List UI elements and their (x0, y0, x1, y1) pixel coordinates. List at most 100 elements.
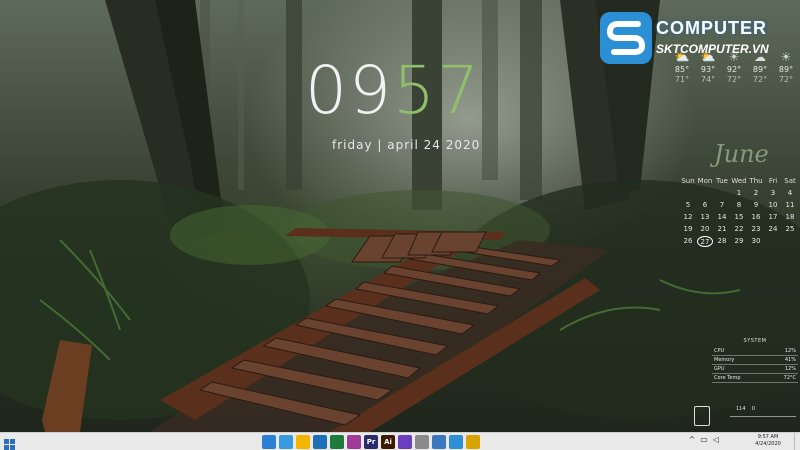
clock-hours: 09 (305, 52, 393, 129)
clock-minutes: 57 (393, 52, 481, 129)
system-row: GPU 12% (712, 365, 798, 374)
system-value: 72°C (783, 375, 796, 381)
taskbar-app-12-icon[interactable] (449, 435, 463, 449)
taskbar-app-6-icon[interactable] (347, 435, 361, 449)
calendar-day: 7 (719, 201, 725, 209)
calendar-day: 26 (683, 237, 693, 245)
taskbar-clock[interactable]: 9:57 AM 4/24/2020 (748, 434, 788, 448)
recycle-bin-icon[interactable] (694, 406, 710, 426)
system-title: SYSTEM (743, 338, 767, 344)
weather-day: ☁ 89° 72° (746, 50, 774, 84)
calendar-day: 13 (700, 213, 710, 221)
network-down: 0 (751, 406, 756, 412)
weather-low: 72° (726, 75, 742, 84)
volume-icon[interactable]: ◁ (712, 435, 720, 444)
network-bar (730, 416, 796, 417)
calendar-day: 10 (768, 201, 778, 209)
weather-low: 72° (752, 75, 768, 84)
weather-high: 93° (700, 65, 716, 74)
taskbar-time: 9:57 AM (757, 434, 779, 440)
sun-cloud-icon: ⛅ (674, 50, 690, 64)
weather-low: 74° (700, 75, 716, 84)
weather-low: 72° (778, 75, 794, 84)
network-icon[interactable]: ▭ (700, 435, 708, 444)
calendar-widget: June Sun Mon Tue Wed Thu Fri Sat 1 2 3 4 5 6 7 8 9 10 11 1… (680, 140, 798, 247)
calendar-day: 24 (768, 225, 778, 233)
windows-logo-icon (4, 439, 15, 450)
system-value: 12% (784, 366, 796, 372)
taskbar-app-8-icon[interactable]: Ai (381, 435, 395, 449)
calendar-weekday: Sun (681, 177, 695, 185)
system-label: GPU (714, 366, 725, 372)
calendar-day: 6 (702, 201, 708, 209)
taskbar-app-4-icon[interactable] (313, 435, 327, 449)
network-up: 114 (736, 406, 746, 412)
system-label: CPU (714, 348, 725, 354)
show-desktop-button[interactable] (794, 433, 800, 450)
system-row: Memory 41% (712, 356, 798, 365)
calendar-day: 30 (751, 237, 761, 245)
sun-icon: ☀ (728, 50, 740, 64)
calendar-weekday: Wed (731, 177, 747, 185)
calendar-today: 27 (697, 236, 713, 247)
system-label: Memory (714, 357, 735, 363)
calendar-weekday: Thu (749, 177, 763, 185)
taskbar: Pr Ai ^ ▭ ◁ 9:57 AM 4/24/2020 (0, 432, 800, 450)
taskbar-app-1-icon[interactable] (262, 435, 276, 449)
taskbar-date: 4/24/2020 (755, 441, 781, 447)
calendar-day: 5 (685, 201, 691, 209)
calendar-day: 25 (785, 225, 795, 233)
weather-day: ☀ 89° 72° (772, 50, 800, 84)
system-tray: ^ ▭ ◁ (688, 435, 720, 444)
calendar-day: 22 (734, 225, 744, 233)
weather-day: ⛅ 93° 74° (694, 50, 722, 84)
taskbar-app-5-icon[interactable] (330, 435, 344, 449)
network-widget: 114 0 (690, 404, 798, 432)
taskbar-app-13-icon[interactable] (466, 435, 480, 449)
system-row: CPU 12% (712, 347, 798, 356)
weather-high: 89° (752, 65, 768, 74)
weather-day: ⛅ 85° 71° (668, 50, 696, 84)
taskbar-app-2-icon[interactable] (279, 435, 293, 449)
calendar-day: 20 (700, 225, 710, 233)
taskbar-app-9-icon[interactable] (398, 435, 412, 449)
calendar-day: 16 (751, 213, 761, 221)
weather-low: 71° (674, 75, 690, 84)
chevron-up-icon[interactable]: ^ (688, 435, 696, 444)
calendar-day: 14 (717, 213, 727, 221)
calendar-weekday: Sat (784, 177, 796, 185)
weather-day: ☀ 92° 72° (720, 50, 748, 84)
taskbar-app-3-icon[interactable] (296, 435, 310, 449)
calendar-day: 11 (785, 201, 795, 209)
calendar-day: 15 (734, 213, 744, 221)
calendar-month: June (714, 140, 769, 168)
calendar-day: 8 (736, 201, 742, 209)
system-label: Core Temp (714, 375, 741, 381)
calendar-weekday: Tue (716, 177, 728, 185)
taskbar-app-7-icon[interactable]: Pr (364, 435, 378, 449)
calendar-day (782, 236, 798, 247)
calendar-day: 12 (683, 213, 693, 221)
taskbar-app-list: Pr Ai (262, 435, 480, 449)
taskbar-app-10-icon[interactable] (415, 435, 429, 449)
weather-widget: ⛅ 85° 71° ⛅ 93° 74° ☀ 92° 72° ☁ 89° 72° ☀ 89° 72° (668, 50, 800, 106)
system-value: 41% (784, 357, 796, 363)
system-monitor-widget: SYSTEM CPU 12% Memory 41% GPU 12% Core Temp 72°… (712, 338, 798, 384)
calendar-day: 4 (787, 189, 793, 197)
calendar-day (714, 188, 730, 199)
date-line: friday | april 24 2020 (332, 138, 481, 152)
calendar-day: 1 (736, 189, 742, 197)
sun-cloud-icon: ⛅ (700, 50, 716, 64)
calendar-day (680, 188, 696, 199)
weather-high: 89° (778, 65, 794, 74)
calendar-day: 17 (768, 213, 778, 221)
taskbar-app-11-icon[interactable] (432, 435, 446, 449)
start-button[interactable] (4, 436, 16, 450)
calendar-day: 23 (751, 225, 761, 233)
weather-high: 85° (674, 65, 690, 74)
calendar-weekday: Fri (768, 177, 778, 185)
calendar-day: 19 (683, 225, 693, 233)
sun-icon: ☀ (780, 50, 792, 64)
clock-widget: 09 57 (305, 58, 505, 128)
cloud-icon: ☁ (754, 50, 766, 64)
